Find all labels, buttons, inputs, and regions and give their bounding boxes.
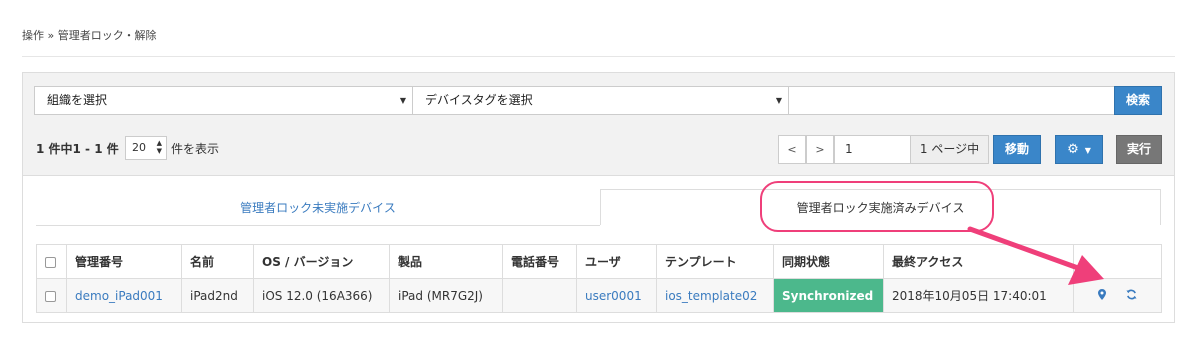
dropdown-caret-icon: ▼ [399, 96, 406, 105]
dropdown-caret-icon: ▼ [775, 96, 782, 105]
sync-status-badge: Synchronized [773, 278, 884, 313]
refresh-icon[interactable] [1126, 289, 1137, 303]
result-count: 1 件中1 - 1 件 [36, 142, 119, 156]
template-cell: ios_template02 [656, 278, 774, 313]
settings-dropdown-button[interactable]: ⚙ ▼ [1055, 135, 1103, 164]
move-button[interactable]: 移動 [993, 135, 1041, 164]
device-table: 管理番号 名前 OS / バージョン 製品 電話番号 ユーザ テンプレート 同期… [36, 244, 1162, 313]
table-header-row: 管理番号 名前 OS / バージョン 製品 電話番号 ユーザ テンプレート 同期… [36, 244, 1162, 279]
select-all-cell[interactable] [36, 244, 67, 279]
row-select-cell[interactable] [36, 278, 67, 313]
gear-icon: ⚙ [1067, 142, 1079, 157]
page-total-label: 1 ページ中 [910, 135, 989, 164]
device-tag-select[interactable]: デバイスタグを選択 ▼ [412, 86, 789, 115]
panel-toolbar: 組織を選択 ▼ デバイスタグを選択 ▼ 検索 1 件中1 - 1 件 20 ▲ ▼… [23, 73, 1174, 176]
column-header[interactable]: テンプレート [656, 244, 774, 279]
divider [22, 56, 1175, 57]
device-os: iOS 12.0 (16A366) [253, 278, 390, 313]
user-cell: user0001 [576, 278, 657, 313]
annotation-highlight [760, 181, 994, 232]
device-product: iPad (MR7G2J) [389, 278, 503, 313]
execute-button[interactable]: 実行 [1116, 135, 1162, 164]
row-checkbox[interactable] [45, 290, 56, 302]
page-number-input[interactable]: 1 [834, 135, 911, 164]
caret-down-icon: ▼ [1084, 146, 1091, 155]
last-access: 2018年10月05日 17:40:01 [883, 278, 1074, 313]
actions-header [1073, 244, 1162, 279]
page-size-select[interactable]: 20 ▲ ▼ [125, 136, 167, 160]
device-tag-select-label: デバイスタグを選択 [425, 93, 533, 107]
template-link[interactable]: ios_template02 [665, 289, 757, 303]
device-name: iPad2nd [181, 278, 254, 313]
column-header[interactable]: OS / バージョン [253, 244, 390, 279]
prev-page-button[interactable]: < [778, 135, 806, 164]
column-header[interactable]: 製品 [389, 244, 503, 279]
page-size-value: 20 [132, 141, 146, 154]
column-header[interactable]: 同期状態 [773, 244, 884, 279]
page-size-label: 件を表示 [171, 142, 220, 156]
organization-select-label: 組織を選択 [47, 93, 108, 107]
tab-unlocked-devices[interactable]: 管理者ロック未実施デバイス [36, 190, 600, 226]
spinner-arrows-icon: ▲ ▼ [156, 139, 162, 155]
breadcrumb: 操作 » 管理者ロック・解除 [22, 29, 157, 42]
device-id-link[interactable]: demo_iPad001 [75, 289, 163, 303]
organization-select[interactable]: 組織を選択 ▼ [34, 86, 413, 115]
search-input[interactable] [788, 86, 1115, 115]
select-all-checkbox[interactable] [45, 256, 56, 268]
column-header[interactable]: 管理番号 [66, 244, 182, 279]
column-header[interactable]: 電話番号 [502, 244, 577, 279]
column-header[interactable]: ユーザ [576, 244, 657, 279]
device-id-cell: demo_iPad001 [66, 278, 182, 313]
map-marker-icon[interactable] [1098, 288, 1107, 303]
device-panel: 組織を選択 ▼ デバイスタグを選択 ▼ 検索 1 件中1 - 1 件 20 ▲ ▼… [22, 72, 1175, 323]
column-header[interactable]: 名前 [181, 244, 254, 279]
search-button[interactable]: 検索 [1114, 86, 1162, 115]
row-actions [1073, 278, 1162, 313]
column-header[interactable]: 最終アクセス [883, 244, 1074, 279]
table-row: demo_iPad001 iPad2nd iOS 12.0 (16A366) i… [36, 278, 1162, 313]
device-phone [502, 278, 577, 313]
user-link[interactable]: user0001 [585, 289, 642, 303]
next-page-button[interactable]: > [806, 135, 834, 164]
